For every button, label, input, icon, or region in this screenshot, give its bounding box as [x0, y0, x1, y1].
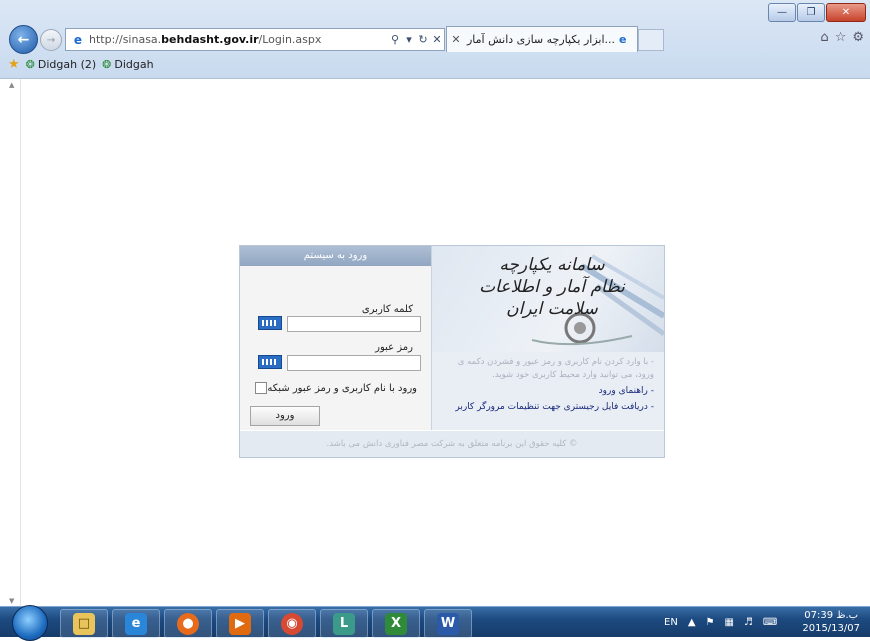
- ie-tab-icon: e: [619, 33, 627, 46]
- username-label: کلمه کاربری: [361, 304, 413, 315]
- login-instructions: - با وارد کردن نام کاربری و رمز عبور و ف…: [457, 357, 654, 380]
- favorites-star-icon[interactable]: ☆: [835, 30, 847, 45]
- registry-file-link[interactable]: - دریافت فایل رجیستری جهت تنظیمات مرورگر…: [455, 402, 654, 412]
- home-icon[interactable]: ⌂: [820, 30, 828, 45]
- scroll-down-icon[interactable]: ▼: [9, 597, 14, 605]
- address-bar[interactable]: e http://sinasa.behdasht.gov.ir/Login.as…: [65, 28, 445, 51]
- username-input[interactable]: [287, 316, 421, 332]
- tab-close-icon[interactable]: ✕: [447, 33, 465, 46]
- maximize-button[interactable]: ❐: [797, 3, 825, 22]
- network-login-checkbox[interactable]: [255, 382, 268, 394]
- scroll-up-icon[interactable]: ▲: [9, 81, 14, 89]
- password-label: رمز عبور: [375, 342, 413, 353]
- clock-date: 2015/13/07: [802, 623, 860, 634]
- ie-page-icon: e: [73, 32, 83, 47]
- taskbar-word[interactable]: W: [424, 609, 472, 638]
- flag-icon[interactable]: ⚑: [706, 617, 715, 628]
- favorite-label: Didgah: [114, 57, 154, 71]
- logo-line-3: سلامت ایران: [506, 299, 598, 319]
- favorite-link-didgah[interactable]: ❂ Didgah: [102, 58, 153, 71]
- minimize-button[interactable]: —: [768, 3, 796, 22]
- favorite-label: Didgah (2): [37, 57, 97, 71]
- help-link[interactable]: - راهنمای ورود: [599, 386, 654, 396]
- internet-explorer-icon: e: [125, 612, 147, 635]
- taskbar-firefox[interactable]: ●: [164, 609, 212, 638]
- media-player-icon: ▶: [229, 612, 251, 635]
- page-content: ▲ ▼ ورود به سیستم کلمه کاربری رمز عبور و…: [0, 78, 870, 607]
- excel-icon: X: [385, 612, 407, 635]
- login-panel: ورود به سیستم کلمه کاربری رمز عبور ورود …: [239, 245, 665, 458]
- taskbar-explorer[interactable]: □: [60, 609, 108, 638]
- vertical-scrollbar[interactable]: ▲ ▼: [8, 79, 21, 607]
- taskbar: □ e ● ▶ ◉ L X W EN ▲ ⚑ ▦ ♬ ⌨ 07:39 ب.ظ 2…: [0, 605, 870, 641]
- back-button[interactable]: ←: [9, 25, 38, 54]
- network-login-label: ورود با نام کاربری و رمز عبور شبکه: [267, 382, 417, 394]
- taskbar-excel[interactable]: X: [372, 609, 420, 638]
- clock[interactable]: 07:39 ب.ظ 2015/13/07: [802, 609, 860, 635]
- logo-text: سامانه یکپارچه نظام آمار و اطلاعات سلامت…: [472, 254, 632, 320]
- network-login-option: ورود با نام کاربری و رمز عبور شبکه: [251, 382, 417, 394]
- favorites-add-icon[interactable]: ★: [8, 57, 20, 72]
- browser-toolbar-icons: ⌂ ☆ ⚙: [820, 30, 864, 45]
- copyright-footer: © کلیه حقوق این برنامه متعلق به شرکت مصر…: [240, 431, 664, 457]
- back-arrow-icon: ←: [17, 31, 30, 48]
- logo-line-2: نظام آمار و اطلاعات: [479, 277, 625, 297]
- login-form: ورود به سیستم کلمه کاربری رمز عبور ورود …: [240, 246, 432, 430]
- favorites-bar: ★ ❂ Didgah (2) ❂ Didgah: [0, 54, 870, 74]
- search-icon[interactable]: ⚲: [388, 33, 402, 46]
- system-tray: EN ▲ ⚑ ▦ ♬ ⌨ 07:39 ب.ظ 2015/13/07: [660, 607, 870, 637]
- logo-line-1: سامانه یکپارچه: [499, 255, 605, 275]
- stop-icon[interactable]: ✕: [430, 33, 444, 46]
- word-icon: W: [437, 612, 459, 635]
- taskbar-internet-explorer[interactable]: e: [112, 609, 160, 638]
- forward-arrow-icon: →: [46, 34, 56, 46]
- virtual-keyboard-icon[interactable]: [258, 355, 282, 369]
- settings-gear-icon[interactable]: ⚙: [852, 30, 864, 45]
- browser-chrome: — ❐ ✕ ← → e http://sinasa.behdasht.gov.i…: [0, 0, 870, 78]
- taskbar-chrome[interactable]: ◉: [268, 609, 316, 638]
- login-info-panel: سامانه یکپارچه نظام آمار و اطلاعات سلامت…: [432, 246, 664, 430]
- close-window-button[interactable]: ✕: [826, 3, 866, 22]
- url-prefix: http://sinasa.: [89, 33, 162, 46]
- didgah-icon: ❂: [102, 57, 112, 71]
- folder-icon: □: [73, 612, 95, 635]
- volume-icon[interactable]: ♬: [744, 617, 753, 628]
- login-header: ورود به سیستم: [240, 246, 431, 266]
- virtual-keyboard-icon[interactable]: [258, 316, 282, 330]
- chrome-icon: ◉: [281, 612, 303, 635]
- url-suffix: /Login.aspx: [258, 33, 322, 46]
- language-indicator[interactable]: EN: [664, 617, 678, 628]
- network-icon[interactable]: ▦: [724, 617, 733, 628]
- dropdown-arrow-icon[interactable]: ▾: [402, 33, 416, 46]
- show-hidden-icons[interactable]: ▲: [688, 617, 696, 628]
- address-url[interactable]: http://sinasa.behdasht.gov.ir/Login.aspx: [89, 33, 388, 46]
- favorite-link-didgah-2[interactable]: ❂ Didgah (2): [26, 58, 97, 71]
- url-domain: behdasht.gov.ir: [161, 33, 259, 46]
- password-input[interactable]: [287, 355, 421, 371]
- navigation-bar: ← → e http://sinasa.behdasht.gov.ir/Logi…: [0, 25, 870, 54]
- keyboard-icon[interactable]: ⌨: [763, 617, 777, 628]
- taskbar-app-l[interactable]: L: [320, 609, 368, 638]
- login-button[interactable]: ورود: [250, 406, 320, 426]
- new-tab-button[interactable]: [638, 29, 664, 51]
- window-controls: — ❐ ✕: [768, 3, 866, 22]
- clock-time: 07:39 ب.ظ: [804, 610, 859, 621]
- refresh-icon[interactable]: ↻: [416, 33, 430, 46]
- app-l-icon: L: [333, 612, 355, 635]
- didgah-icon: ❂: [25, 57, 35, 71]
- taskbar-media-player[interactable]: ▶: [216, 609, 264, 638]
- tab-active[interactable]: ✕ ...ابزار یکپارچه سازی دانش آمار e: [446, 26, 638, 52]
- system-logo: سامانه یکپارچه نظام آمار و اطلاعات سلامت…: [432, 246, 664, 352]
- firefox-icon: ●: [177, 612, 199, 635]
- forward-button[interactable]: →: [40, 29, 62, 51]
- tab-title: ...ابزار یکپارچه سازی دانش آمار: [467, 33, 615, 46]
